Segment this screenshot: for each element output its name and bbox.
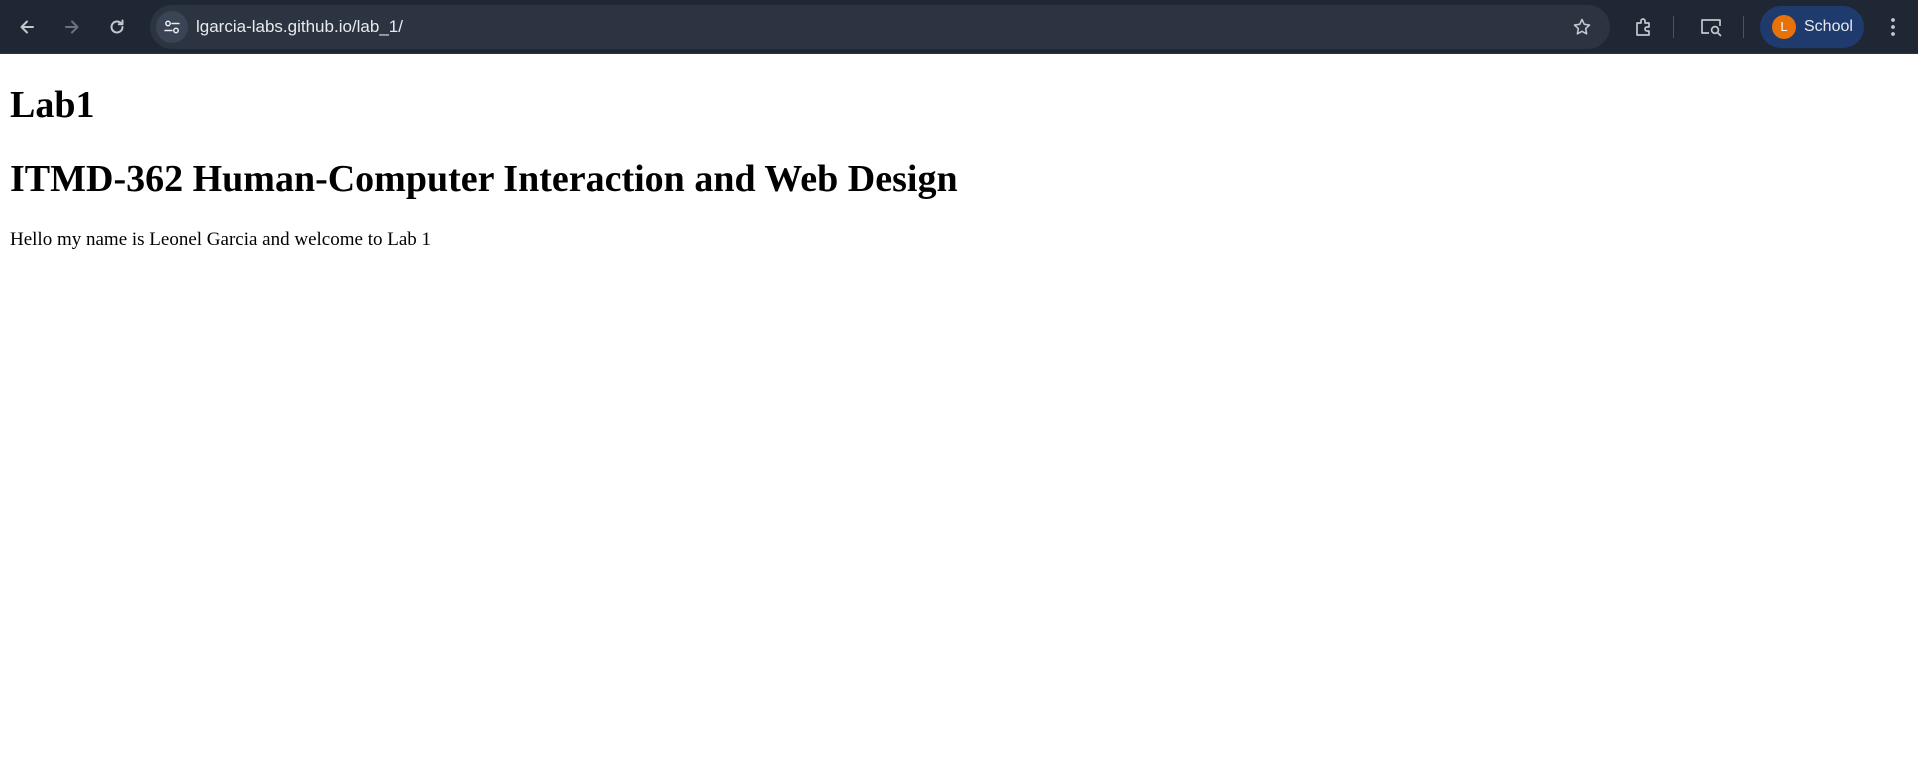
browser-menu-button[interactable] — [1873, 7, 1913, 47]
browser-toolbar: lgarcia-labs.github.io/lab_1/ L School — [0, 0, 1918, 54]
puzzle-icon — [1636, 18, 1650, 36]
profile-label: School — [1804, 18, 1853, 35]
toolbar-divider — [1673, 16, 1674, 38]
page-title: Lab1 — [10, 84, 95, 126]
bookmark-star-button[interactable] — [1568, 13, 1596, 41]
reload-button[interactable] — [97, 7, 137, 47]
reload-icon — [110, 19, 124, 34]
intro-paragraph: Hello my name is Leonel Garcia and welco… — [10, 229, 432, 250]
forward-button[interactable] — [52, 7, 92, 47]
avatar: L — [1772, 15, 1796, 39]
profile-button[interactable]: L School — [1760, 6, 1864, 48]
arrow-left-icon — [20, 20, 34, 34]
site-info-button[interactable] — [156, 11, 188, 43]
back-button[interactable] — [7, 7, 47, 47]
extensions-button[interactable] — [1624, 7, 1664, 47]
address-bar[interactable]: lgarcia-labs.github.io/lab_1/ — [150, 5, 1610, 49]
star-icon — [1573, 18, 1591, 35]
arrow-right-icon — [65, 20, 79, 34]
page-content: Lab1 ITMD-362 Human-Computer Interaction… — [0, 54, 1918, 782]
tab-search-icon — [1701, 19, 1722, 37]
tab-search-button[interactable] — [1691, 7, 1731, 47]
course-heading: ITMD-362 Human-Computer Interaction and … — [10, 158, 958, 200]
tune-icon — [164, 20, 180, 34]
kebab-menu-icon — [1891, 18, 1895, 36]
toolbar-divider — [1743, 16, 1744, 38]
url-text[interactable]: lgarcia-labs.github.io/lab_1/ — [196, 5, 403, 49]
